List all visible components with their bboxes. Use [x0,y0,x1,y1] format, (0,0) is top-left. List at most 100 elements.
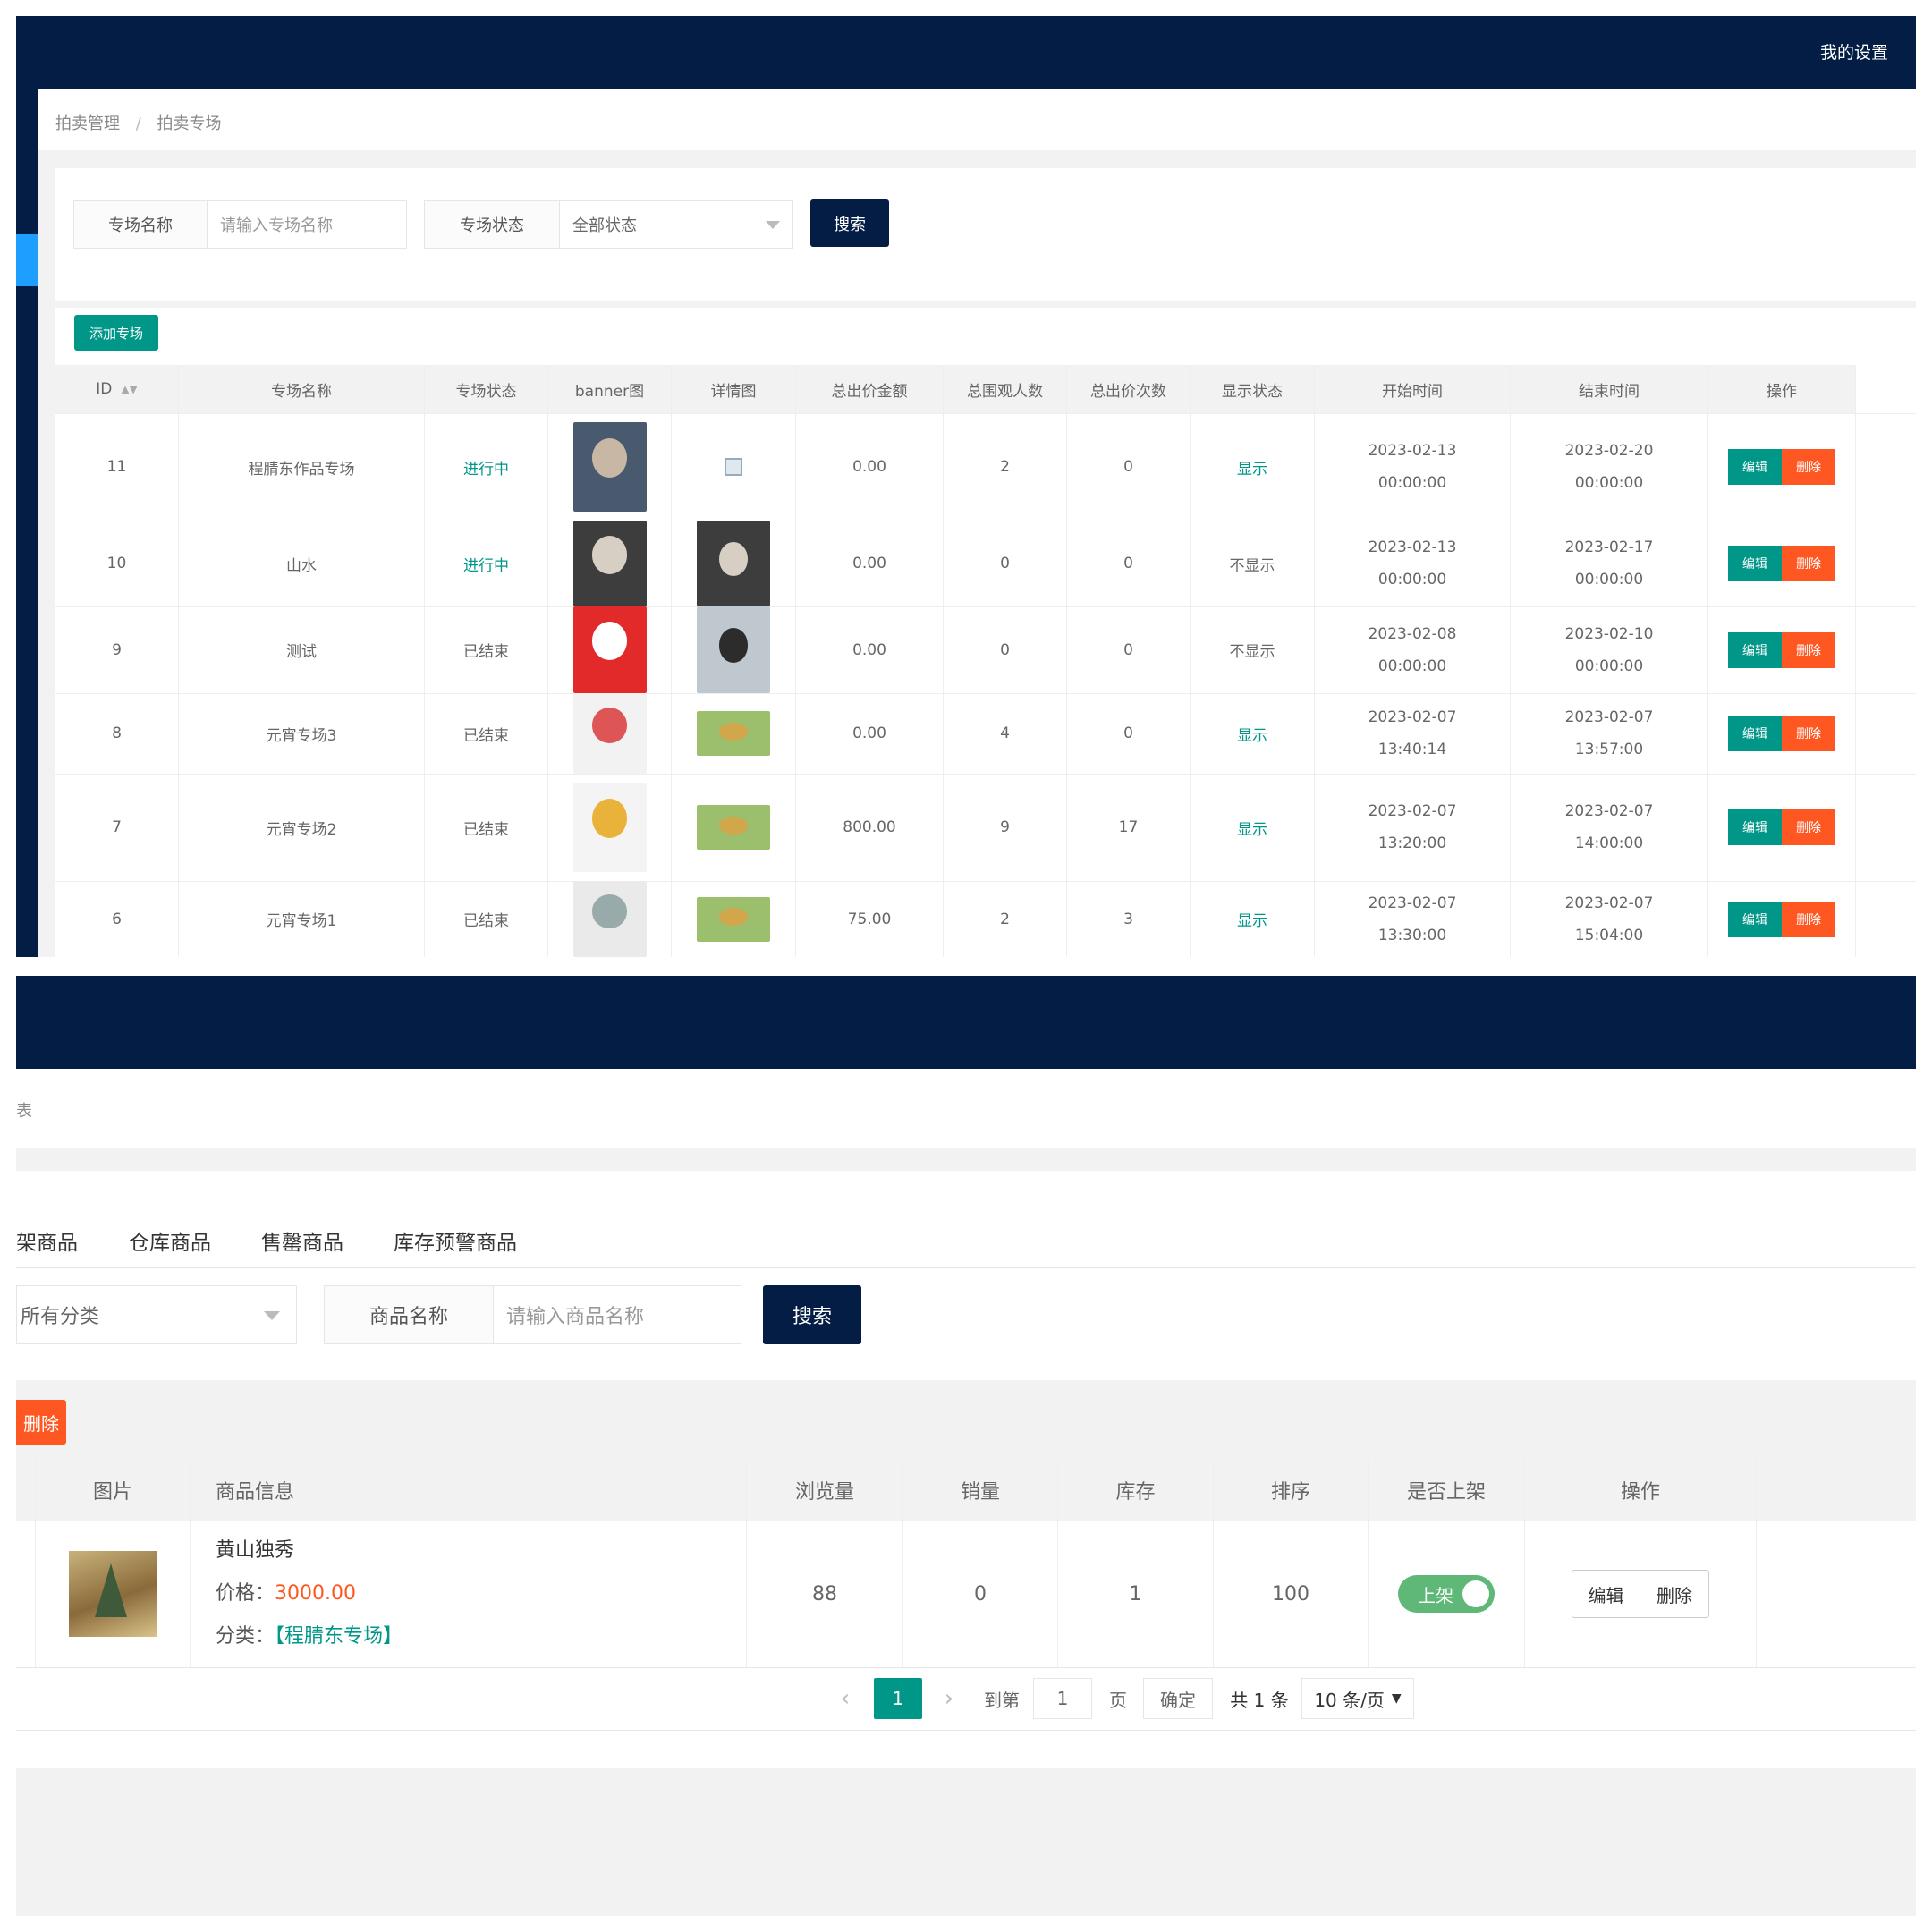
page-1-button[interactable]: 1 [874,1678,922,1719]
search-button[interactable]: 搜索 [810,199,889,247]
table-cell [672,881,796,957]
page-input[interactable]: 1 [1033,1678,1092,1719]
table-cell: 2023-02-08 00:00:00 [1315,606,1511,693]
row-end-date: 2023-02-07 [1564,802,1654,820]
edit-button[interactable]: 编辑 [1728,716,1782,751]
row-end-date: 2023-02-20 [1564,442,1654,460]
table-cell [672,521,796,606]
row-end-time: 13:57:00 [1574,741,1644,758]
table-cell: 2023-02-13 00:00:00 [1315,413,1511,521]
row-start-date: 2023-02-08 [1368,624,1457,643]
row-bids: 0 [1123,724,1133,742]
goods-edit-button[interactable]: 编辑 [1572,1571,1640,1617]
table-cell: 编辑 删除 [1708,881,1856,957]
table-cell: 编辑 删除 [1708,774,1856,881]
table-cell: 0 [1067,606,1191,693]
goods-tab[interactable]: 仓库商品 [129,1225,211,1256]
total-count: 共 1 条 [1230,1689,1289,1711]
table-cell: 6 [55,881,179,957]
edit-button[interactable]: 编辑 [1728,901,1782,937]
table-cell: 0.00 [796,521,944,606]
goods-category[interactable]: 【程腈东专场】 [275,1625,402,1648]
goods-delete-button[interactable]: 删除 [1640,1571,1708,1617]
delete-button[interactable]: 删除 [1782,809,1835,845]
goods-header-label: 销量 [960,1481,1000,1504]
delete-button[interactable]: 删除 [1782,546,1835,581]
header-label: banner图 [574,382,645,401]
row-end-time: 15:04:00 [1574,926,1644,945]
row-end-date: 2023-02-10 [1564,624,1654,643]
row-status: 已结束 [463,912,509,930]
edit-button[interactable]: 编辑 [1728,631,1782,668]
confirm-button[interactable]: 确定 [1143,1678,1213,1719]
goods-actions: 编辑 删除 [1572,1570,1709,1618]
delete-button[interactable]: 删除 [1782,716,1835,751]
table-cell: 2023-02-20 00:00:00 [1511,413,1708,521]
table-cell: 2023-02-07 13:20:00 [1315,774,1511,881]
header-label: 详情图 [710,382,757,401]
edit-button[interactable]: 编辑 [1728,809,1782,845]
table-cell [548,774,672,881]
table-cell: 程腈东作品专场 [179,413,425,521]
row-viewers: 4 [1000,724,1010,742]
row-end-date: 2023-02-07 [1564,894,1654,912]
row-actions: 编辑 删除 [1728,716,1835,751]
breadcrumb-bar [38,89,1916,150]
table-header-cell[interactable]: ID ▲▼ [55,365,179,413]
goods-header-label: 图片 [92,1481,132,1504]
toggle-knob [1462,1580,1489,1607]
detail-image [697,521,770,606]
header-label: 开始时间 [1382,382,1443,401]
row-start-time: 00:00:00 [1377,474,1447,492]
table-cell: 2023-02-10 00:00:00 [1511,606,1708,693]
edit-button[interactable]: 编辑 [1728,449,1782,485]
add-session-button[interactable]: 添加专场 [74,315,158,351]
lower-divider-band [16,1148,1916,1171]
goods-header-cell: 是否上架 [1368,1460,1525,1521]
table-cell: 已结束 [425,774,548,881]
goods-search-button[interactable]: 搜索 [763,1285,861,1344]
top-header [16,16,1916,89]
detail-image [697,805,770,850]
row-end-time: 00:00:00 [1574,657,1644,675]
category-select[interactable]: 所有分类 [16,1285,297,1344]
row-bids: 17 [1118,818,1139,836]
row-id: 11 [106,458,127,476]
prev-page-icon[interactable]: ‹ [832,1678,859,1719]
header-label: 总出价次数 [1090,382,1166,401]
tabs-underline [16,1267,1916,1268]
row-viewers: 0 [1000,640,1010,659]
delete-button[interactable]: 删除 [1782,631,1835,668]
goods-cell: 0 [903,1521,1058,1667]
table-cell: 元宵专场3 [179,693,425,774]
page-unit: 页 [1109,1689,1127,1711]
breadcrumb-item-auction[interactable]: 拍卖管理 [55,114,120,133]
edit-button[interactable]: 编辑 [1728,546,1782,581]
next-page-icon[interactable]: › [936,1678,962,1719]
price-label: 价格： [216,1582,275,1605]
goods-tab[interactable]: 架商品 [16,1225,78,1256]
table-cell: 编辑 删除 [1708,413,1856,521]
listing-toggle[interactable]: 上架 [1398,1575,1495,1613]
goods-name-input[interactable]: 请输入商品名称 [493,1285,741,1344]
goods-tab[interactable]: 库存预警商品 [394,1225,517,1256]
table-cell: 元宵专场2 [179,774,425,881]
session-status-select[interactable]: 全部状态 [559,200,793,249]
sort-icon[interactable]: ▲▼ [121,383,137,395]
goods-price-line: 价格：3000.00 [216,1572,402,1615]
goods-tab[interactable]: 售罄商品 [261,1225,343,1256]
banner-image [572,693,647,774]
delete-button[interactable]: 删除 [1782,449,1835,485]
row-id: 9 [112,640,122,659]
session-name-input[interactable]: 请输入专场名称 [207,200,407,249]
settings-link[interactable]: 我的设置 [1820,39,1888,64]
table-cell: 编辑 删除 [1708,606,1856,693]
row-actions: 编辑 删除 [1728,449,1835,485]
batch-delete-button[interactable]: 删除 [16,1400,66,1445]
delete-button[interactable]: 删除 [1782,901,1835,937]
sidebar-active-marker[interactable] [16,234,38,286]
table-cell: 2023-02-07 13:40:14 [1315,693,1511,774]
goods-cell: 黄山独秀 价格：3000.00 分类：【程腈东专场】 [191,1521,747,1667]
per-page-select[interactable]: 10 条/页 ▼ [1301,1678,1414,1719]
table-cell: 进行中 [425,413,548,521]
